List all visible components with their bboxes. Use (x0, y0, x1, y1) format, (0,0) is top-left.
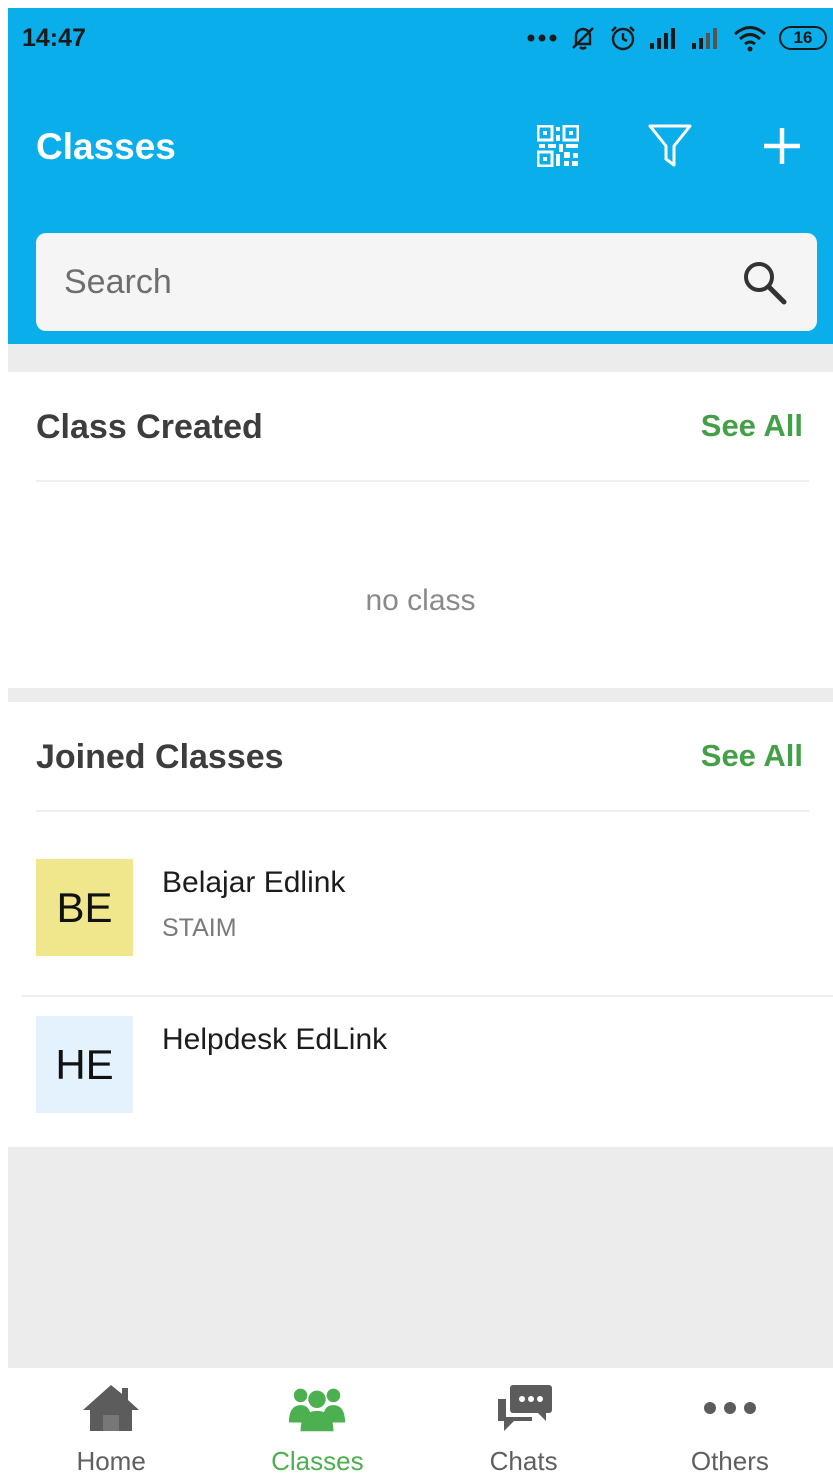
nav-label: Chats (489, 1446, 558, 1476)
add-icon (764, 128, 800, 164)
class-list-item[interactable]: BE Belajar Edlink STAIM (22, 842, 833, 997)
joined-classes-section: Joined Classes See All BE Belajar Edlink… (8, 702, 833, 1147)
filter-button[interactable] (640, 116, 700, 176)
section-header: Joined Classes See All (36, 702, 809, 812)
nav-label: Others (690, 1446, 769, 1476)
section-title: Joined Classes (36, 738, 284, 776)
qr-scan-button[interactable] (528, 116, 588, 176)
search-bar (36, 233, 817, 331)
page-title: Classes (36, 126, 176, 167)
nav-label: Classes (271, 1446, 364, 1476)
more-dots-icon (527, 34, 557, 42)
nav-home[interactable]: Home (8, 1368, 214, 1478)
class-avatar: HE (36, 1016, 133, 1113)
signal-icon (692, 28, 717, 49)
nav-label: Home (76, 1446, 146, 1476)
filter-icon (648, 124, 692, 167)
battery-icon: 16 (779, 26, 827, 50)
mute-icon (572, 27, 594, 50)
status-icons: 16 (527, 22, 827, 54)
app-header: 14:47 16 Classes (8, 8, 833, 344)
nav-others[interactable]: Others (627, 1368, 833, 1478)
nav-chats[interactable]: Chats (421, 1368, 627, 1478)
app-screen: 14:47 16 Classes Search Class Created Se… (8, 8, 833, 1478)
nav-classes[interactable]: Classes (214, 1368, 420, 1478)
home-icon (83, 1385, 140, 1431)
signal-icon (650, 28, 675, 49)
alarm-icon (611, 26, 635, 51)
class-institution: STAIM (162, 914, 237, 942)
class-created-section: Class Created See All no class (8, 372, 833, 688)
more-icon (703, 1402, 756, 1414)
see-all-joined-link[interactable]: See All (701, 738, 803, 774)
battery-level: 16 (793, 28, 813, 47)
see-all-created-link[interactable]: See All (701, 408, 803, 444)
group-icon (289, 1388, 346, 1432)
status-time: 14:47 (22, 24, 86, 52)
class-avatar: BE (36, 859, 133, 956)
search-input[interactable] (64, 255, 704, 309)
wifi-icon (734, 26, 766, 52)
qr-code-icon (537, 125, 579, 167)
search-icon[interactable] (741, 259, 787, 305)
class-name: Helpdesk EdLink (162, 1023, 388, 1056)
section-title: Class Created (36, 408, 263, 446)
class-name: Belajar Edlink (162, 866, 346, 899)
bottom-navigation: Home Classes Chats Others (8, 1368, 833, 1478)
empty-state-text: no class (365, 584, 476, 617)
chat-icon (497, 1385, 552, 1431)
class-list-item[interactable]: HE Helpdesk EdLink (22, 999, 833, 1154)
section-header: Class Created See All (36, 372, 809, 482)
status-bar: 14:47 16 (8, 8, 833, 70)
add-class-button[interactable] (752, 116, 812, 176)
